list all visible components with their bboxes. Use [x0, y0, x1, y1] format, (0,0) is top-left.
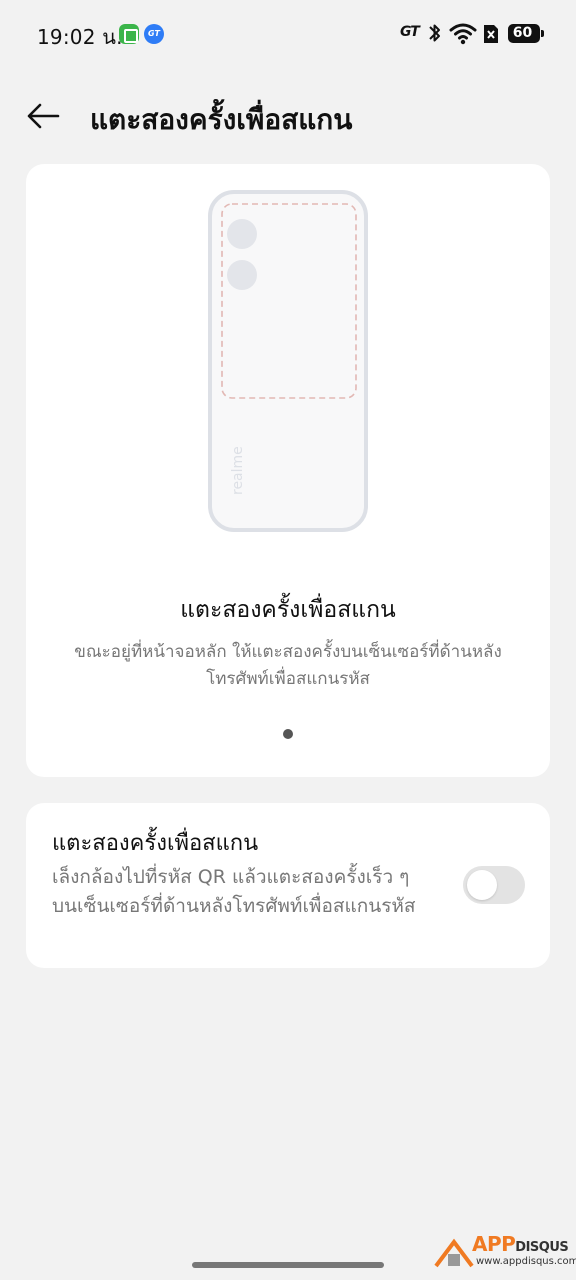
- status-time: 19:02 น.: [37, 25, 123, 49]
- wifi-icon: [449, 23, 477, 45]
- page-indicator-dot: [283, 729, 293, 739]
- battery-level: 60: [512, 25, 533, 41]
- phone-brand-label: realme: [230, 446, 246, 495]
- watermark-url: www.appdisqus.com: [476, 1256, 576, 1267]
- gt-mode-icon: GT: [144, 24, 164, 44]
- status-bar: 19:02 น. GT GT 60: [0, 0, 576, 66]
- hero-description: ขณะอยู่ที่หน้าจอหลัก ให้แตะสองครั้งบนเซ็…: [74, 642, 502, 689]
- app-bar: แตะสองครั้งเพื่อสแกน: [0, 82, 576, 148]
- watermark-logo: APPDISQUS www.appdisqus.com: [432, 1232, 576, 1272]
- house-roof-icon: [434, 1238, 474, 1268]
- home-indicator[interactable]: [192, 1262, 384, 1268]
- hero-title: แตะสองครั้งเพื่อสแกน: [180, 597, 396, 623]
- back-arrow-icon[interactable]: [24, 96, 64, 136]
- toggle-knob: [467, 870, 497, 900]
- watermark-brand: APPDISQUS: [472, 1232, 569, 1256]
- double-tap-setting-row[interactable]: แตะสองครั้งเพื่อสแกน เล็งกล้องไปที่รหัส …: [26, 803, 550, 968]
- feature-preview-card: realme แตะสองครั้งเพื่อสแกน ขณะอยู่ที่หน…: [26, 164, 550, 777]
- gt-mark: GT: [400, 24, 420, 40]
- bluetooth-icon: [429, 24, 440, 42]
- battery-icon: 60: [508, 24, 544, 43]
- app-store-icon: [119, 24, 139, 44]
- setting-title: แตะสองครั้งเพื่อสแกน: [52, 831, 259, 856]
- double-tap-toggle[interactable]: [463, 866, 525, 904]
- no-sim-icon: [484, 25, 498, 43]
- setting-description: เล็งกล้องไปที่รหัส QR แล้วแตะสองครั้งเร็…: [52, 866, 416, 917]
- phone-back-illustration: realme: [208, 190, 368, 532]
- page-title: แตะสองครั้งเพื่อสแกน: [90, 103, 353, 136]
